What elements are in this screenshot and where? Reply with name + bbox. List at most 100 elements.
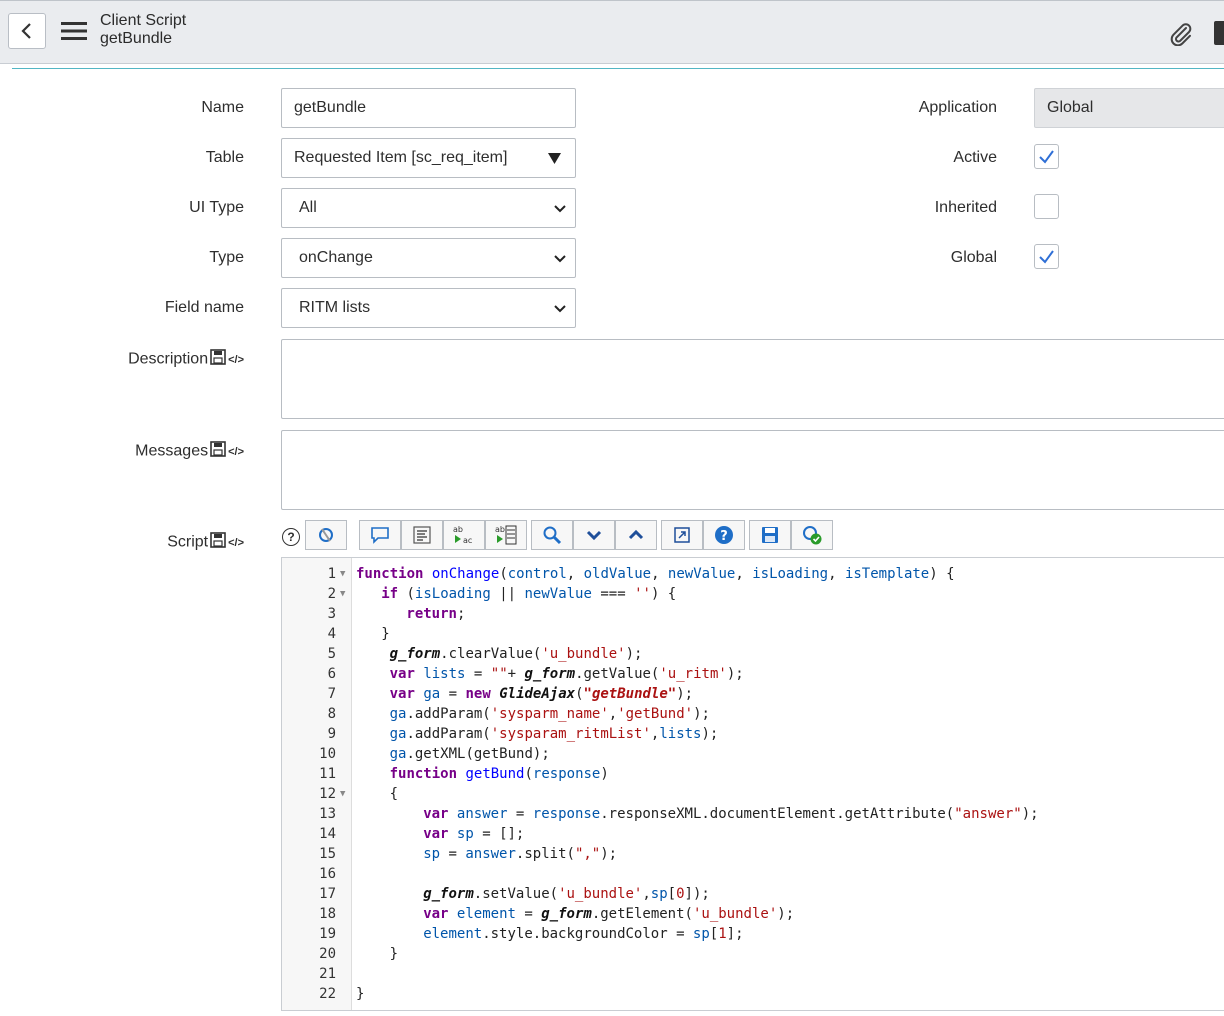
search-icon (543, 526, 562, 545)
inherited-checkbox[interactable] (1034, 194, 1059, 219)
save-field-icon[interactable] (210, 532, 226, 553)
fold-arrow-icon[interactable]: ▼ (340, 584, 345, 604)
table-label: Table (205, 149, 244, 166)
replace-button[interactable]: ab ac (443, 520, 485, 550)
context-menu-icon[interactable] (1214, 21, 1224, 45)
field-name-select[interactable]: RITM lists (281, 288, 576, 328)
code-line[interactable]: 7 var ga = new GlideAjax("getBundle"); (282, 684, 1224, 704)
line-number: 11 (319, 766, 336, 782)
expand-icon (674, 527, 690, 543)
table-reference-field[interactable]: Requested Item [sc_req_item] (281, 138, 576, 178)
code-text: ga.getXML(getBund); (389, 746, 550, 762)
code-text: var sp = []; (423, 826, 525, 842)
type-label: Type (209, 249, 244, 266)
code-line[interactable]: 16 (282, 864, 1224, 884)
code-line[interactable]: 10 ga.getXML(getBund); (282, 744, 1224, 764)
editor-help-button[interactable]: ? (703, 520, 745, 550)
code-text: g_form.setValue('u_bundle',sp[0]); (423, 886, 710, 902)
code-line[interactable]: 2 ▼ if (isLoading || newValue === '') { (282, 584, 1224, 604)
hamburger-menu-icon[interactable] (61, 21, 87, 41)
code-line[interactable]: 22} (282, 984, 1224, 1004)
save-field-icon[interactable] (210, 441, 226, 462)
script-debug-icon[interactable]: </> (228, 446, 244, 458)
previous-button[interactable] (615, 520, 657, 550)
active-checkbox[interactable] (1034, 144, 1059, 169)
toggle-syntax-button[interactable] (305, 520, 347, 550)
script-debug-icon[interactable]: </> (228, 354, 244, 366)
fold-arrow-icon[interactable]: ▼ (340, 564, 345, 584)
replace-icon: abac (453, 525, 472, 545)
chevron-down-icon (554, 205, 566, 213)
line-number: 2 (327, 586, 336, 602)
name-label: Name (201, 99, 244, 116)
line-number: 8 (327, 706, 336, 722)
comment-icon (371, 527, 389, 544)
global-checkbox[interactable] (1034, 244, 1059, 269)
code-text: return; (406, 606, 466, 622)
triangle-down-icon[interactable] (548, 153, 561, 164)
question-icon[interactable]: ? (282, 528, 300, 546)
name-input[interactable]: getBundle (281, 88, 576, 128)
check-syntax-button[interactable] (791, 520, 833, 550)
code-line[interactable]: 8 ga.addParam('sysparm_name','getBund'); (282, 704, 1224, 724)
code-line[interactable]: 12 ▼ { (282, 784, 1224, 804)
code-line[interactable]: 1 ▼ function onChange(control, oldValue, n… (282, 564, 1224, 584)
fullscreen-button[interactable] (661, 520, 703, 550)
next-button[interactable] (573, 520, 615, 550)
code-text: ga.addParam('sysparm_name','getBund'); (389, 706, 710, 722)
line-number: 9 (327, 726, 336, 742)
messages-textarea[interactable] (281, 430, 1224, 510)
check-syntax-icon (803, 526, 822, 545)
field-name-label: Field name (164, 299, 244, 316)
save-field-icon[interactable] (210, 349, 226, 370)
format-button[interactable] (401, 520, 443, 550)
code-line[interactable]: 17 g_form.setValue('u_bundle',sp[0]); (282, 884, 1224, 904)
ui-type-select[interactable]: All (281, 188, 576, 228)
code-line[interactable]: 11 function getBund(response) (282, 764, 1224, 784)
comment-button[interactable] (359, 520, 401, 550)
type-select[interactable]: onChange (281, 238, 576, 278)
code-line[interactable]: 6 var lists = ""+ g_form.getValue('u_ritm… (282, 664, 1224, 684)
code-line[interactable]: 14 var sp = []; (282, 824, 1224, 844)
code-text: } (381, 626, 390, 642)
code-line[interactable]: 20} (282, 944, 1224, 964)
back-button[interactable] (8, 13, 46, 49)
replace-all-icon: ab (495, 525, 517, 545)
record-name-title: getBundle (100, 30, 173, 47)
code-line[interactable]: 5 g_form.clearValue('u_bundle'); (282, 644, 1224, 664)
description-label: Description (128, 350, 209, 368)
code-text: sp = answer.split(","); (423, 846, 618, 862)
global-label: Global (950, 249, 997, 266)
chevron-down-icon (586, 530, 602, 541)
code-line[interactable]: 19 element.style.backgroundColor = sp[1]; (282, 924, 1224, 944)
search-button[interactable] (531, 520, 573, 550)
paperclip-icon[interactable] (1167, 20, 1193, 46)
type-value: onChange (299, 249, 373, 266)
code-text: ga.addParam('sysparam_ritmList',lists); (389, 726, 719, 742)
code-line[interactable]: 4} (282, 624, 1224, 644)
code-line[interactable]: 13 var answer = response.responseXML.docu… (282, 804, 1224, 824)
application-field: Global (1034, 88, 1224, 128)
inherited-label: Inherited (934, 199, 997, 216)
description-label-group: Description </> (128, 349, 244, 370)
code-line[interactable]: 18 var element = g_form.getElement('u_bun… (282, 904, 1224, 924)
messages-label-group: Messages </> (135, 441, 244, 462)
replace-all-button[interactable]: ab (485, 520, 527, 550)
code-line[interactable]: 21 (282, 964, 1224, 984)
code-line[interactable]: 3 return; (282, 604, 1224, 624)
svg-text:?: ? (720, 529, 728, 544)
fold-arrow-icon[interactable]: ▼ (340, 784, 345, 804)
record-type-title: Client Script (100, 12, 187, 29)
script-debug-icon[interactable]: </> (228, 537, 244, 549)
code-line[interactable]: 9 ga.addParam('sysparam_ritmList',lists); (282, 724, 1224, 744)
messages-label: Messages (135, 442, 209, 460)
description-textarea[interactable] (281, 339, 1224, 419)
code-text: g_form.clearValue('u_bundle'); (389, 646, 643, 662)
save-script-button[interactable] (749, 520, 791, 550)
script-editor[interactable]: 1 ▼ function onChange(control, oldValue, n… (281, 557, 1224, 1011)
code-line[interactable]: 15 sp = answer.split(","); (282, 844, 1224, 864)
line-number: 15 (319, 846, 336, 862)
application-label: Application (918, 99, 997, 116)
line-number: 17 (319, 886, 336, 902)
code-text: var lists = ""+ g_form.getValue('u_ritm'… (389, 666, 744, 682)
